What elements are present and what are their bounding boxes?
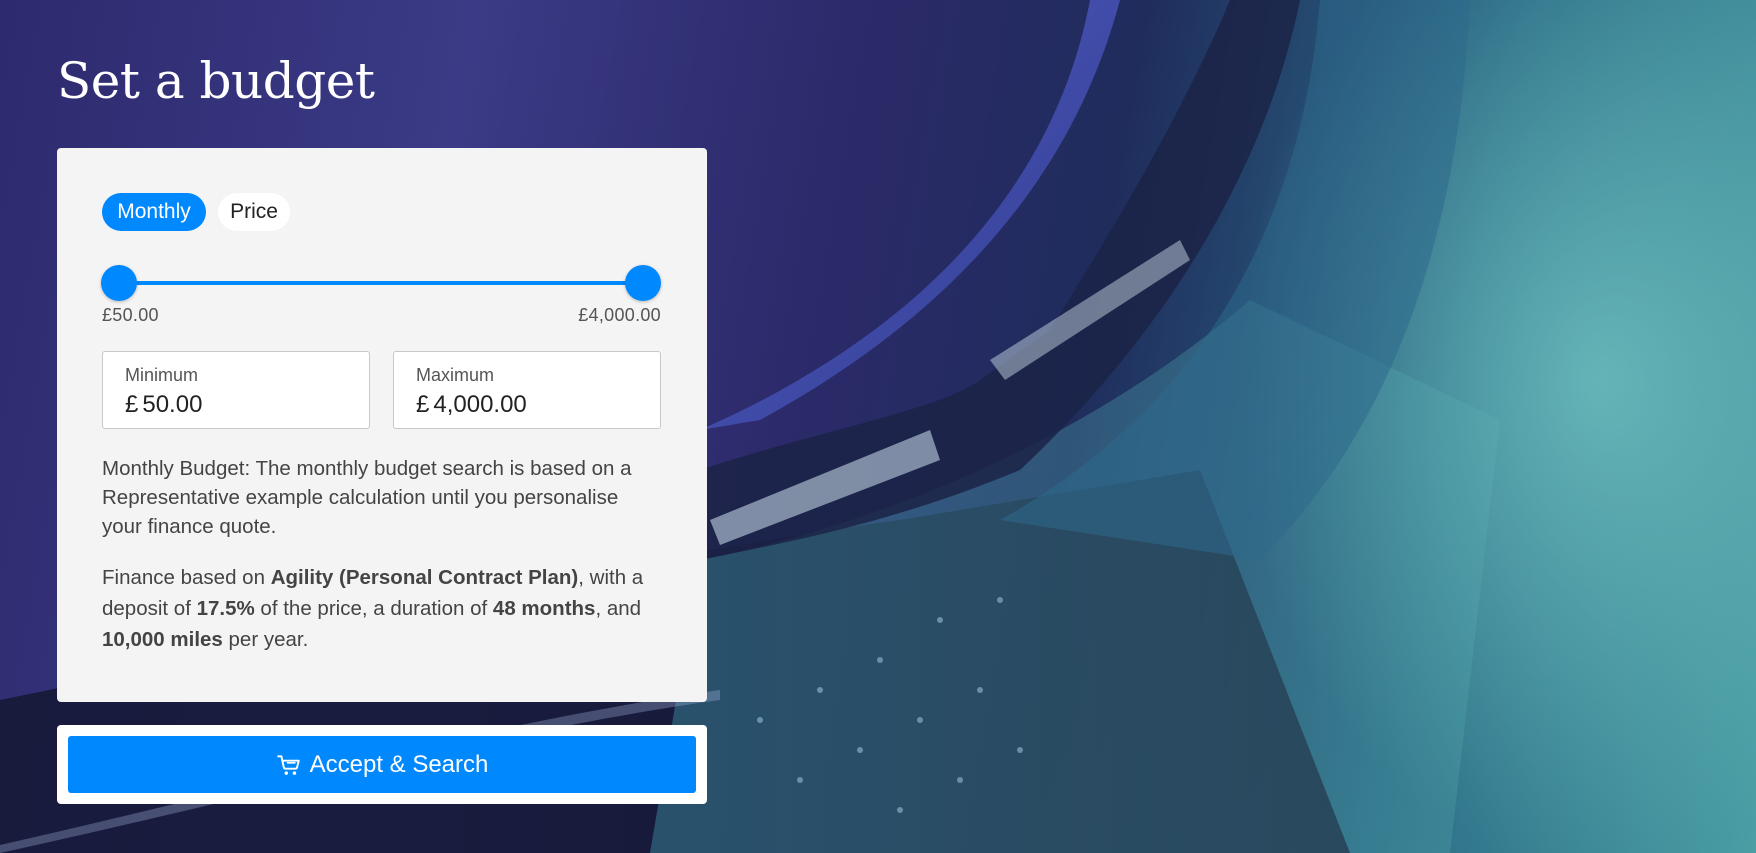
maximum-field-value[interactable]: £4,000.00 — [416, 391, 527, 419]
page-title: Set a budget — [57, 52, 375, 110]
finance-mid2: of the price, a duration of — [254, 597, 493, 620]
accept-search-label: Accept & Search — [309, 750, 489, 778]
minimum-field-label: Minimum — [125, 365, 199, 385]
cart-icon — [276, 754, 300, 775]
slider-min-label: £50.00 — [102, 305, 159, 325]
maximum-amount[interactable]: 4,000.00 — [433, 391, 526, 418]
maximum-currency-symbol: £ — [416, 391, 430, 418]
minimum-field-value[interactable]: £50.00 — [125, 391, 202, 419]
price-toggle-button[interactable]: Price — [218, 193, 290, 231]
budget-slider-min-handle[interactable] — [101, 265, 137, 301]
budget-slider-max-handle[interactable] — [625, 265, 661, 301]
maximum-field[interactable]: Maximum £4,000.00 — [393, 351, 661, 429]
minimum-field[interactable]: Minimum £50.00 — [102, 351, 370, 429]
finance-plan: Agility (Personal Contract Plan) — [270, 566, 579, 589]
monthly-toggle-button[interactable]: Monthly — [102, 193, 206, 231]
monthly-budget-note: Monthly Budget: The monthly budget searc… — [102, 457, 632, 538]
finance-prefix: Finance based on — [102, 566, 271, 589]
finance-miles: 10,000 miles — [102, 628, 223, 651]
finance-duration: 48 months — [492, 597, 596, 620]
budget-slider-track[interactable] — [119, 281, 643, 285]
accept-search-button[interactable]: Accept & Search — [68, 736, 696, 793]
finance-suffix: per year. — [222, 628, 309, 651]
minimum-amount[interactable]: 50.00 — [142, 391, 202, 418]
minimum-currency-symbol: £ — [125, 391, 139, 418]
budget-card: Monthly Price £50.00 £4,000.00 Minimum £… — [57, 148, 707, 702]
search-button-container: Accept & Search — [57, 725, 707, 804]
slider-max-label: £4,000.00 — [578, 305, 661, 325]
maximum-field-label: Maximum — [416, 365, 495, 385]
finance-deposit: 17.5% — [196, 597, 255, 620]
finance-note: Finance based on Agility (Personal Contr… — [102, 562, 662, 655]
finance-mid3: , and — [595, 597, 642, 620]
